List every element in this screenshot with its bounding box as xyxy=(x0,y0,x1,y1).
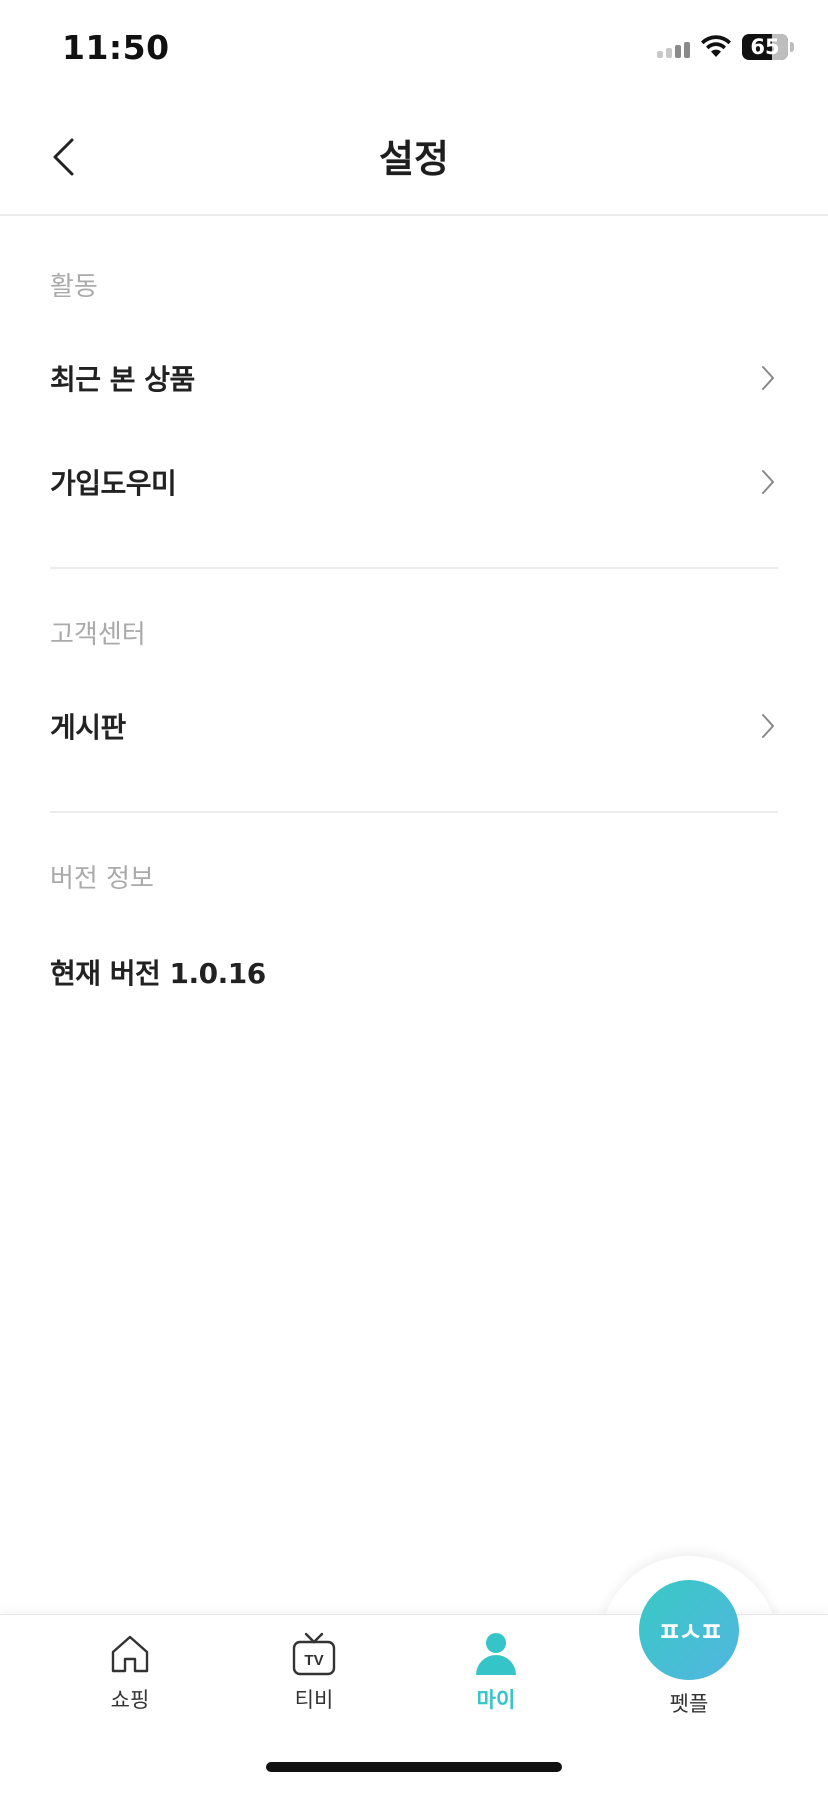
tab-my[interactable]: 마이 xyxy=(436,1630,556,1714)
section-label-version-info: 버전 정보 xyxy=(50,864,154,894)
status-icons: 65 xyxy=(657,34,794,60)
chevron-right-icon xyxy=(758,712,778,740)
cellular-signal-icon xyxy=(657,36,690,58)
battery-tip xyxy=(790,42,794,52)
section-divider xyxy=(50,811,778,813)
tab-shopping[interactable]: 쇼핑 xyxy=(70,1630,190,1714)
tv-icon-text: TV xyxy=(304,1652,323,1669)
menu-item-signup-helper[interactable]: 가입도우미 xyxy=(50,442,778,522)
section-label-activity: 활동 xyxy=(50,272,98,302)
battery-level: 65 xyxy=(750,35,780,59)
page-title: 설정 xyxy=(379,137,449,181)
home-icon xyxy=(106,1630,154,1678)
home-indicator xyxy=(266,1762,562,1772)
person-icon xyxy=(472,1630,520,1678)
tab-label: 티비 xyxy=(294,1688,334,1712)
wifi-icon xyxy=(701,35,731,57)
chevron-right-icon xyxy=(758,364,778,392)
battery-icon: 65 xyxy=(742,34,788,60)
tab-label: 쇼핑 xyxy=(110,1688,150,1712)
section-divider xyxy=(50,567,778,569)
menu-item-label: 가입도우미 xyxy=(50,467,177,500)
menu-item-label: 게시판 xyxy=(50,711,126,744)
section-label-customer-center: 고객센터 xyxy=(50,620,146,650)
menu-item-label: 최근 본 상품 xyxy=(50,363,195,396)
petple-logo-icon: ㅍㅅㅍ xyxy=(657,1617,724,1648)
tab-petple[interactable]: 펫플 xyxy=(629,1682,749,1718)
tab-tv[interactable]: TV 티비 xyxy=(254,1630,374,1714)
status-bar: 11:50 65 xyxy=(0,0,828,100)
status-time: 11:50 xyxy=(62,28,170,67)
current-version-text: 현재 버전 1.0.16 xyxy=(50,957,266,990)
menu-item-board[interactable]: 게시판 xyxy=(50,686,778,766)
petple-button[interactable]: ㅍㅅㅍ xyxy=(639,1580,739,1680)
tab-label: 마이 xyxy=(476,1688,516,1712)
tv-icon: TV xyxy=(290,1630,338,1678)
header: 설정 xyxy=(0,100,828,216)
tab-label: 펫플 xyxy=(669,1692,709,1716)
chevron-right-icon xyxy=(758,468,778,496)
menu-item-recent-products[interactable]: 최근 본 상품 xyxy=(50,338,778,418)
